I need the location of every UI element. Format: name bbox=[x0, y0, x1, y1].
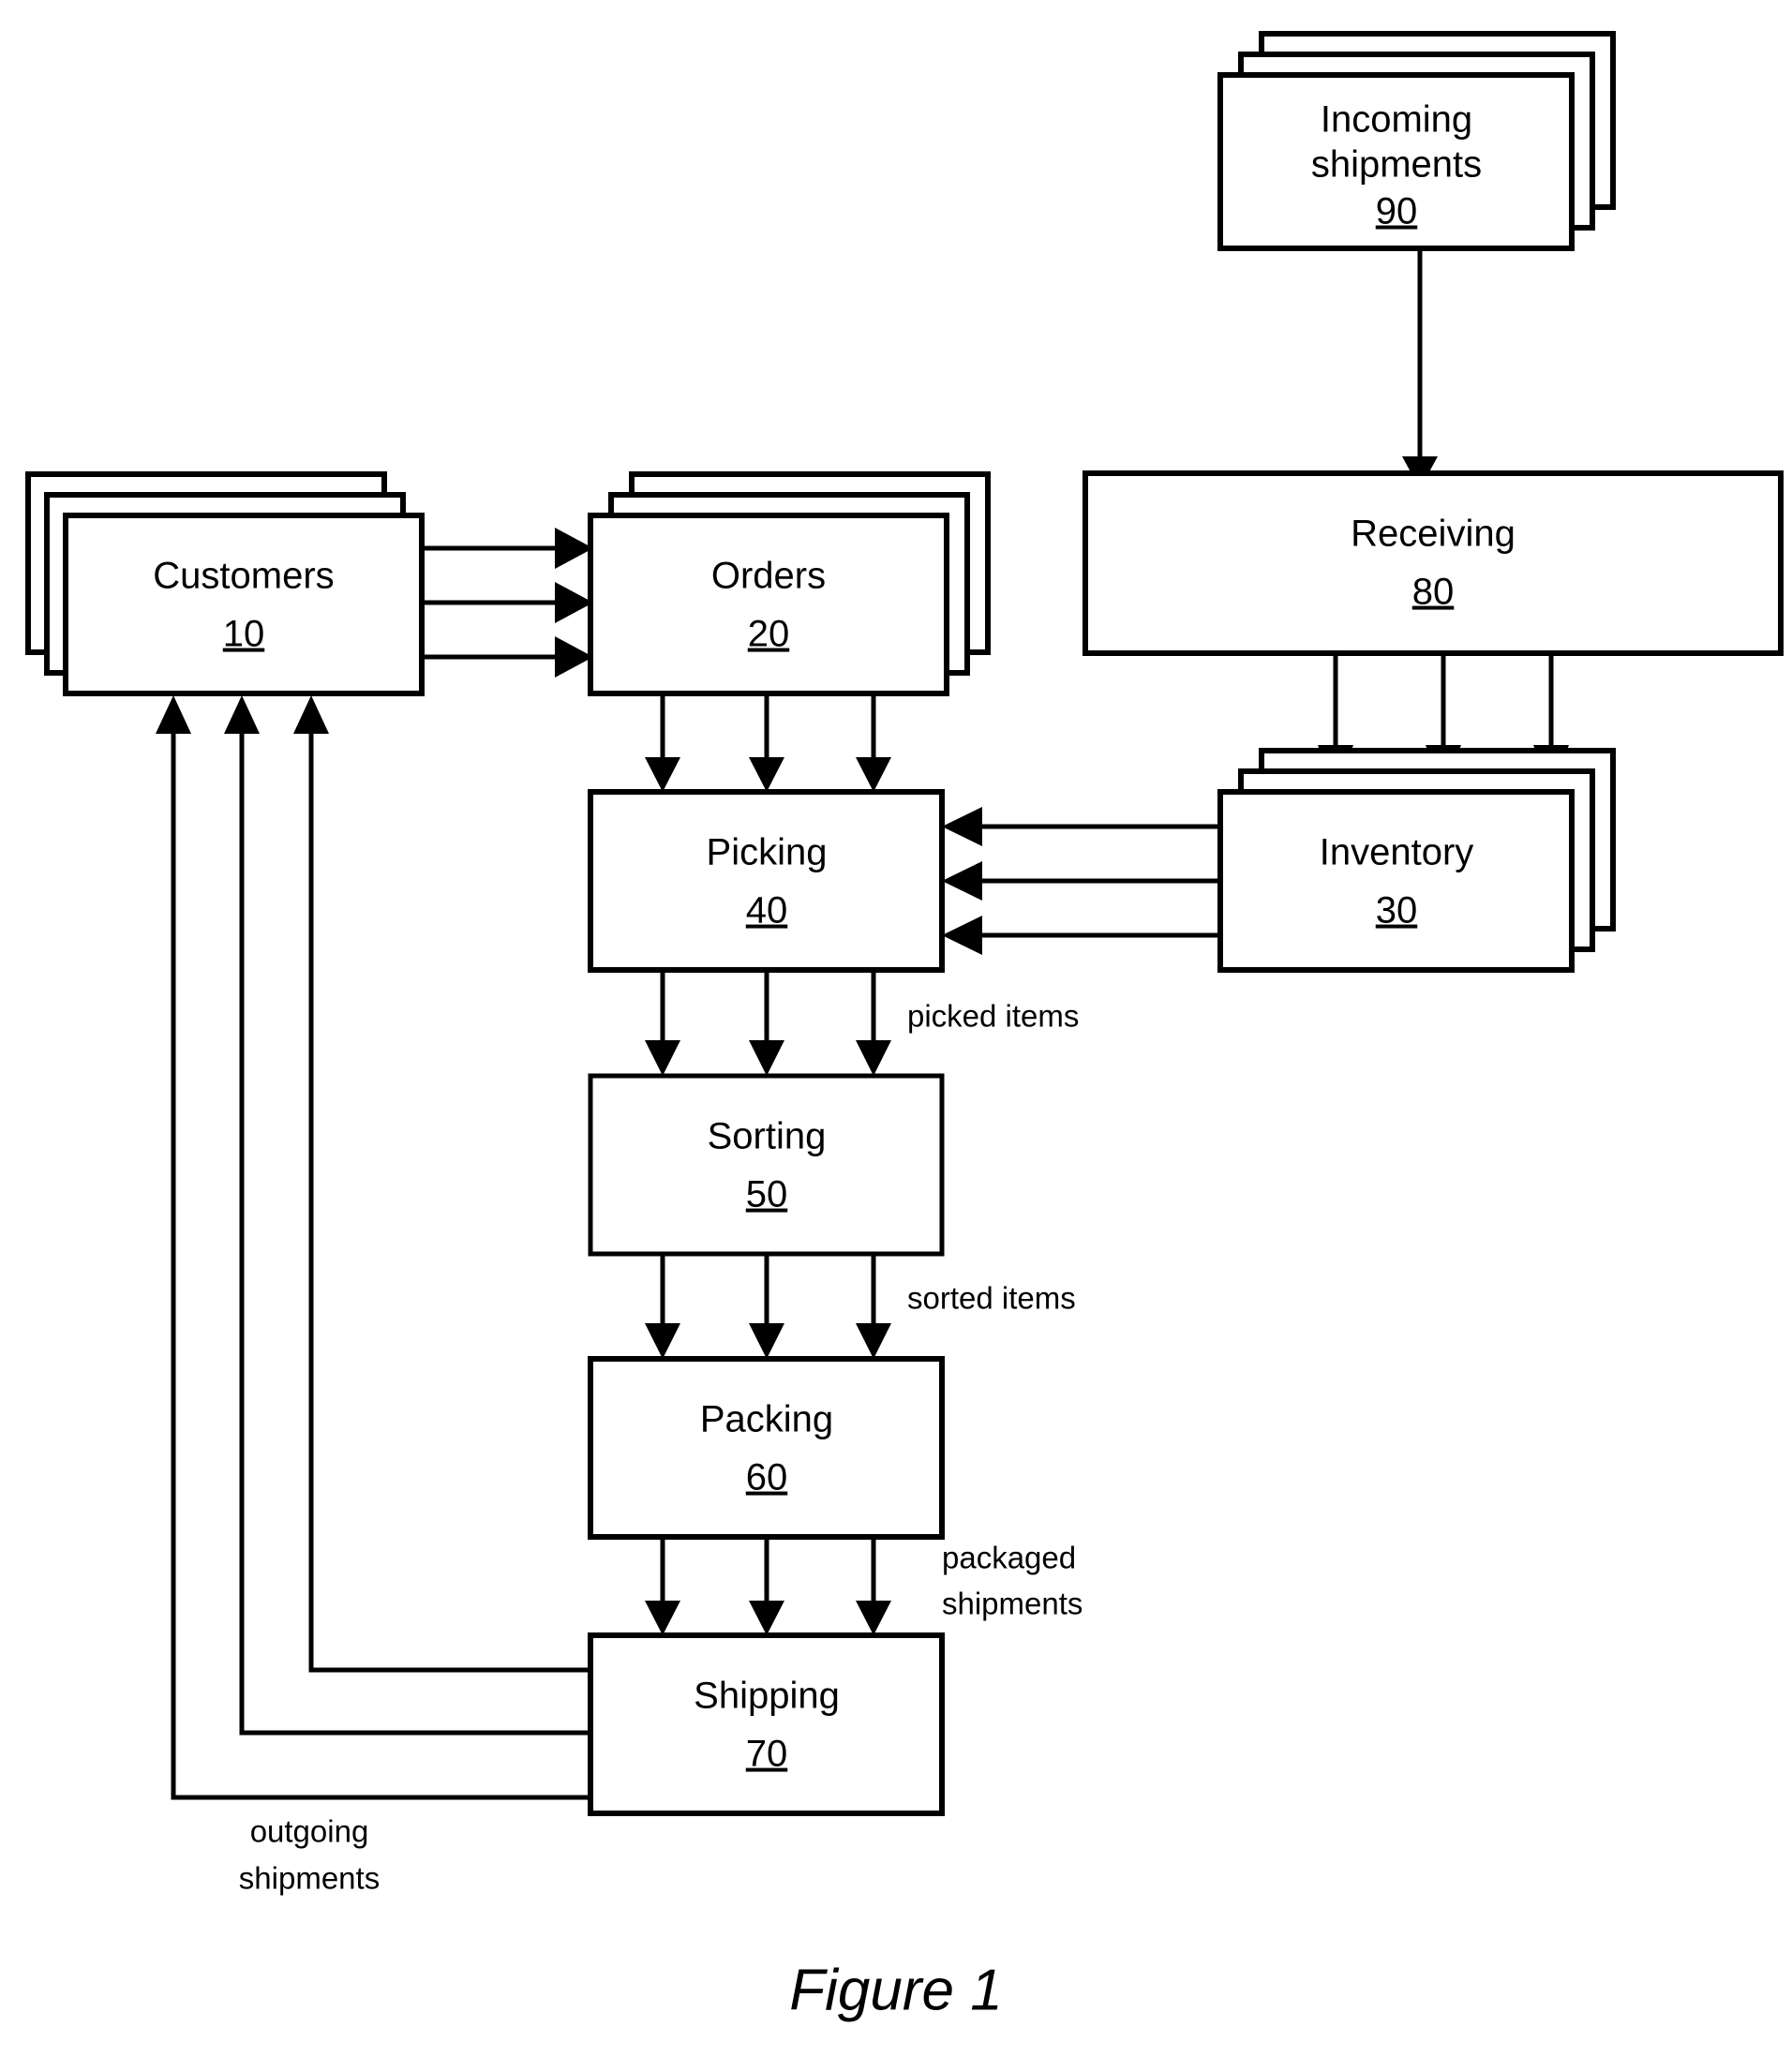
receiving-label: Receiving bbox=[1351, 514, 1516, 555]
edge-label-packaged-shipments-line1: packaged bbox=[942, 1541, 1076, 1575]
sorting-label: Sorting bbox=[708, 1116, 827, 1157]
edge-label-sorted-items: sorted items bbox=[907, 1281, 1076, 1316]
incoming-shipments-label-line1: Incoming bbox=[1321, 99, 1472, 141]
shipping-label: Shipping bbox=[694, 1676, 840, 1717]
packing-label: Packing bbox=[700, 1399, 833, 1440]
flow-customers-to-orders bbox=[422, 528, 593, 678]
flow-picking-to-sorting: picked items bbox=[645, 970, 1079, 1076]
flow-line-feedback-middle bbox=[239, 734, 590, 1736]
customers-box bbox=[63, 513, 425, 696]
node-inventory: Inventory 30 bbox=[1217, 748, 1616, 973]
arrowhead-down bbox=[856, 1323, 891, 1359]
patent-figure-1: Incoming shipments 90 Receiving 80 Inven… bbox=[0, 0, 1792, 2057]
picking-box bbox=[588, 789, 945, 973]
arrowhead-up bbox=[293, 695, 329, 734]
edge-label-outgoing-shipments-line1: outgoing bbox=[250, 1814, 369, 1849]
arrowhead-right bbox=[555, 582, 593, 623]
node-sorting: Sorting 50 bbox=[588, 1073, 945, 1257]
arrowhead-down bbox=[749, 1323, 784, 1359]
node-receiving: Receiving 80 bbox=[1083, 470, 1784, 656]
flow-diagram: Incoming shipments 90 Receiving 80 Inven… bbox=[25, 31, 1784, 2022]
picking-label: Picking bbox=[707, 832, 828, 873]
packing-ref: 60 bbox=[746, 1457, 788, 1498]
sorting-ref: 50 bbox=[746, 1174, 788, 1215]
node-picking: Picking 40 bbox=[588, 789, 945, 973]
edge-label-picked-items: picked items bbox=[907, 999, 1079, 1034]
incoming-shipments-label-line2: shipments bbox=[1311, 144, 1482, 186]
inventory-box bbox=[1217, 789, 1575, 973]
arrowhead-up bbox=[156, 695, 191, 734]
arrowhead-down bbox=[645, 1040, 680, 1076]
flow-orders-to-picking bbox=[645, 693, 891, 792]
flow-packing-to-shipping: packaged shipments bbox=[645, 1537, 1083, 1635]
orders-ref: 20 bbox=[748, 614, 790, 655]
node-shipping: Shipping 70 bbox=[588, 1632, 945, 1816]
node-customers: Customers 10 bbox=[25, 471, 425, 696]
arrowhead-down bbox=[749, 1040, 784, 1076]
arrowhead-left bbox=[942, 916, 982, 955]
incoming-shipments-ref: 90 bbox=[1376, 191, 1418, 232]
inventory-label: Inventory bbox=[1320, 832, 1474, 873]
arrowhead-right bbox=[555, 636, 593, 678]
shipping-box bbox=[588, 1632, 945, 1816]
packing-box bbox=[588, 1356, 945, 1540]
arrowhead-down bbox=[856, 1040, 891, 1076]
flow-line-feedback-outer bbox=[171, 734, 590, 1800]
flow-shipping-to-customers: outgoing shipments bbox=[156, 695, 590, 1896]
arrowhead-down bbox=[856, 1601, 891, 1635]
arrowhead-down bbox=[749, 757, 784, 792]
edge-label-packaged-shipments-line2: shipments bbox=[942, 1587, 1083, 1621]
receiving-ref: 80 bbox=[1412, 572, 1455, 613]
flow-line-feedback-inner bbox=[308, 734, 590, 1673]
arrowhead-left bbox=[942, 807, 982, 846]
arrowhead-down bbox=[749, 1601, 784, 1635]
arrowhead-right bbox=[555, 528, 593, 569]
arrowhead-left bbox=[942, 861, 982, 901]
arrowhead-down bbox=[645, 757, 680, 792]
arrowhead-down bbox=[645, 1323, 680, 1359]
customers-label: Customers bbox=[153, 556, 334, 597]
arrowhead-down bbox=[645, 1601, 680, 1635]
inventory-ref: 30 bbox=[1376, 890, 1418, 932]
receiving-box bbox=[1083, 470, 1784, 656]
arrowhead-down bbox=[856, 757, 891, 792]
node-packing: Packing 60 bbox=[588, 1356, 945, 1540]
shipping-ref: 70 bbox=[746, 1734, 788, 1775]
arrowhead-up bbox=[224, 695, 260, 734]
figure-caption: Figure 1 bbox=[789, 1958, 1002, 2022]
sorting-box bbox=[588, 1073, 945, 1257]
customers-ref: 10 bbox=[223, 614, 265, 655]
flow-inventory-to-picking bbox=[942, 807, 1220, 955]
flow-incoming-to-receiving bbox=[1402, 248, 1438, 489]
node-incoming-shipments: Incoming shipments 90 bbox=[1217, 31, 1616, 251]
orders-box bbox=[588, 513, 949, 696]
flow-sorting-to-packing: sorted items bbox=[645, 1254, 1076, 1359]
orders-label: Orders bbox=[711, 556, 826, 597]
edge-label-outgoing-shipments-line2: shipments bbox=[239, 1861, 380, 1896]
node-orders: Orders 20 bbox=[588, 471, 991, 696]
picking-ref: 40 bbox=[746, 890, 788, 932]
